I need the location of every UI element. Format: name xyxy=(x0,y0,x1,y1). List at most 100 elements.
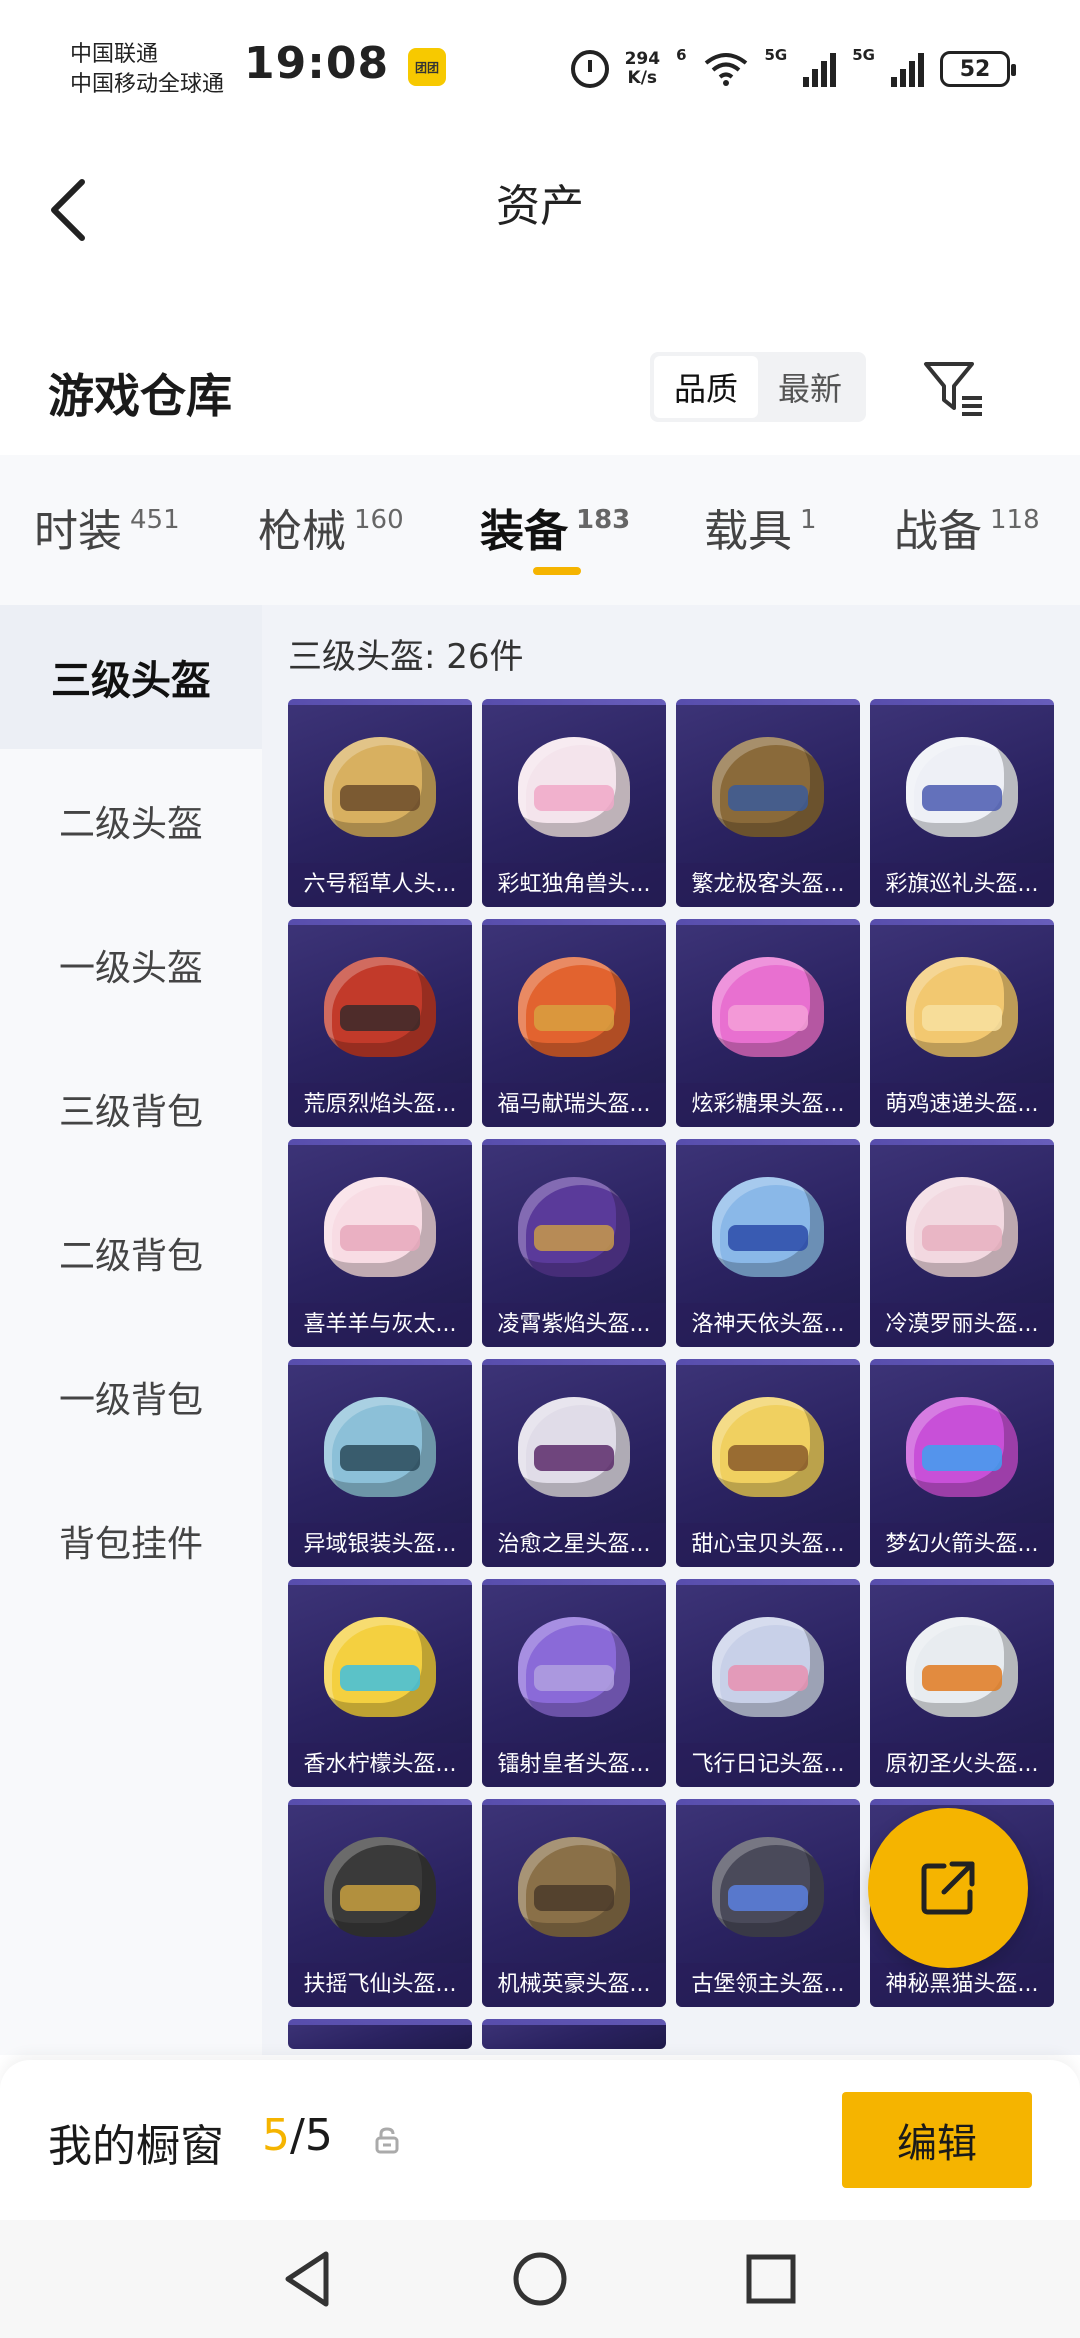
warehouse-title: 游戏仓库 xyxy=(48,369,232,423)
helmet-name: 炫彩糖果头盔... xyxy=(676,1083,860,1127)
battery-icon: 52 xyxy=(940,51,1016,87)
tab-equipment[interactable]: 装备 183 xyxy=(480,495,630,559)
helmet-card[interactable]: 繁龙极客头盔... xyxy=(676,699,860,907)
helmet-card[interactable]: 香水柠檬头盔... xyxy=(288,1579,472,1787)
edit-button[interactable]: 编辑 xyxy=(842,2092,1032,2188)
clock: 19:08 xyxy=(244,38,390,89)
helmet-card[interactable]: 凌霄紫焰头盔... xyxy=(482,1139,666,1347)
net-speed: 294 K/s xyxy=(625,50,661,88)
helmet-name: 冷漠罗丽头盔... xyxy=(870,1303,1054,1347)
helmet-card[interactable]: 荒原烈焰头盔... xyxy=(288,919,472,1127)
carrier-2: 中国移动全球通 xyxy=(70,72,225,97)
helmet-name: 喜羊羊与灰太... xyxy=(288,1303,472,1347)
helmet-visor xyxy=(340,1665,420,1691)
helmet-card[interactable]: 彩虹独角兽头... xyxy=(482,699,666,907)
tab-count: 1 xyxy=(800,505,817,535)
helmet-visor xyxy=(922,1005,1002,1031)
subcategory-sidebar: 三级头盔 二级头盔 一级头盔 三级背包 二级背包 一级背包 背包挂件 xyxy=(0,605,262,2055)
helmet-name: 彩虹独角兽头... xyxy=(482,863,666,907)
helmet-name: 扶摇飞仙头盔... xyxy=(288,1963,472,2007)
app-header: 资产 xyxy=(0,130,1080,280)
helmet-visor xyxy=(728,1885,808,1911)
mini-app-icon: 团团 xyxy=(408,48,446,86)
helmet-visor xyxy=(534,1445,614,1471)
nav-recents-button[interactable] xyxy=(736,2244,806,2314)
helmet-visor xyxy=(534,785,614,811)
nav-home-button[interactable] xyxy=(505,2244,575,2314)
helmet-card[interactable]: 机械英豪头盔... xyxy=(482,1799,666,2007)
sidebar-item-level2-helmet[interactable]: 二级头盔 xyxy=(0,749,262,893)
share-icon xyxy=(921,1861,975,1915)
tab-count: 183 xyxy=(576,505,631,535)
sidebar-item-level3-helmet[interactable]: 三级头盔 xyxy=(0,605,262,749)
share-button[interactable] xyxy=(868,1808,1028,1968)
helmet-card[interactable]: 六号稻草人头... xyxy=(288,699,472,907)
helmet-visor xyxy=(922,1225,1002,1251)
sidebar-item-level2-backpack[interactable]: 二级背包 xyxy=(0,1181,262,1325)
helmet-card[interactable]: 喜羊羊与灰太... xyxy=(288,1139,472,1347)
helmet-card[interactable]: 扶摇飞仙头盔... xyxy=(288,1799,472,2007)
net-speed-unit: K/s xyxy=(627,68,658,88)
status-bar: 中国联通 中国移动全球通 19:08 团团 294 K/s 6 5G 5G 52 xyxy=(0,0,1080,130)
helmet-name: 荒原烈焰头盔... xyxy=(288,1083,472,1127)
helmet-card[interactable]: 原初圣火头盔... xyxy=(870,1579,1054,1787)
nav-back-button[interactable] xyxy=(274,2244,344,2314)
helmet-card[interactable]: 萌鸡速递头盔... xyxy=(870,919,1054,1127)
status-icons: 294 K/s 6 5G 5G 52 xyxy=(570,44,1016,94)
tab-vehicles[interactable]: 载具 1 xyxy=(704,495,817,559)
helmet-name: 神秘黑猫头盔... xyxy=(870,1963,1054,2007)
helmet-card[interactable]: 梦幻火箭头盔... xyxy=(870,1359,1054,1567)
active-tab-indicator xyxy=(533,567,581,575)
helmet-visor xyxy=(728,1445,808,1471)
helmet-visor xyxy=(340,1445,420,1471)
showcase-bar: 我的橱窗 5/5 编辑 xyxy=(0,2060,1080,2220)
helmet-card[interactable]: 炫彩糖果头盔... xyxy=(676,919,860,1127)
page-title: 资产 xyxy=(496,181,584,232)
tab-firearms[interactable]: 枪械 160 xyxy=(258,495,404,559)
sidebar-item-backpack-pendant[interactable]: 背包挂件 xyxy=(0,1469,262,1613)
helmet-name: 原初圣火头盔... xyxy=(870,1743,1054,1787)
signal-1-icon xyxy=(803,51,837,87)
helmet-card[interactable]: 彩旗巡礼头盔... xyxy=(870,699,1054,907)
tab-fashion[interactable]: 时装 451 xyxy=(34,495,180,559)
tab-supplies[interactable]: 战备 118 xyxy=(894,495,1040,559)
filter-button[interactable] xyxy=(920,354,990,424)
helmet-name: 飞行日记头盔... xyxy=(676,1743,860,1787)
sidebar-item-level1-helmet[interactable]: 一级头盔 xyxy=(0,893,262,1037)
helmet-visor xyxy=(728,785,808,811)
sidebar-item-level3-backpack[interactable]: 三级背包 xyxy=(0,1037,262,1181)
wifi-label: 6 xyxy=(676,46,687,64)
helmet-visor xyxy=(922,1665,1002,1691)
helmet-card[interactable]: 镭射皇者头盔... xyxy=(482,1579,666,1787)
helmet-visor xyxy=(534,1225,614,1251)
helmet-card[interactable]: 治愈之星头盔... xyxy=(482,1359,666,1567)
helmet-card[interactable]: 飞行日记头盔... xyxy=(676,1579,860,1787)
sort-quality-button[interactable]: 品质 xyxy=(654,356,758,418)
system-nav-bar xyxy=(0,2220,1080,2338)
helmet-card[interactable]: 冷漠罗丽头盔... xyxy=(870,1139,1054,1347)
sim2-label: 5G xyxy=(852,46,875,64)
helmet-visor xyxy=(340,1885,420,1911)
square-recents-icon xyxy=(746,2254,796,2304)
helmet-card[interactable]: 甜心宝贝头盔... xyxy=(676,1359,860,1567)
sort-newest-button[interactable]: 最新 xyxy=(758,356,862,418)
helmet-card-partial[interactable] xyxy=(482,2019,666,2049)
helmet-card[interactable]: 福马献瑞头盔... xyxy=(482,919,666,1127)
signal-2-icon xyxy=(891,51,924,87)
helmet-card[interactable]: 古堡领主头盔... xyxy=(676,1799,860,2007)
sidebar-item-level1-backpack[interactable]: 一级背包 xyxy=(0,1325,262,1469)
tab-label: 装备 xyxy=(480,506,568,557)
helmet-card[interactable]: 异域银装头盔... xyxy=(288,1359,472,1567)
tab-label: 时装 xyxy=(34,506,122,557)
helmet-name: 镭射皇者头盔... xyxy=(482,1743,666,1787)
circle-home-icon xyxy=(513,2252,567,2306)
helmet-card-partial[interactable] xyxy=(288,2019,472,2049)
helmet-name: 梦幻火箭头盔... xyxy=(870,1523,1054,1567)
grid-title: 三级头盔: 26件 xyxy=(288,637,524,677)
category-tabs: 时装 451 枪械 160 装备 183 载具 1 战备 118 xyxy=(0,455,1080,605)
tab-label: 载具 xyxy=(704,506,792,557)
tab-count: 451 xyxy=(130,505,180,535)
helmet-visor xyxy=(340,1225,420,1251)
helmet-card[interactable]: 洛神天依头盔... xyxy=(676,1139,860,1347)
sim1-label: 5G xyxy=(764,46,788,64)
